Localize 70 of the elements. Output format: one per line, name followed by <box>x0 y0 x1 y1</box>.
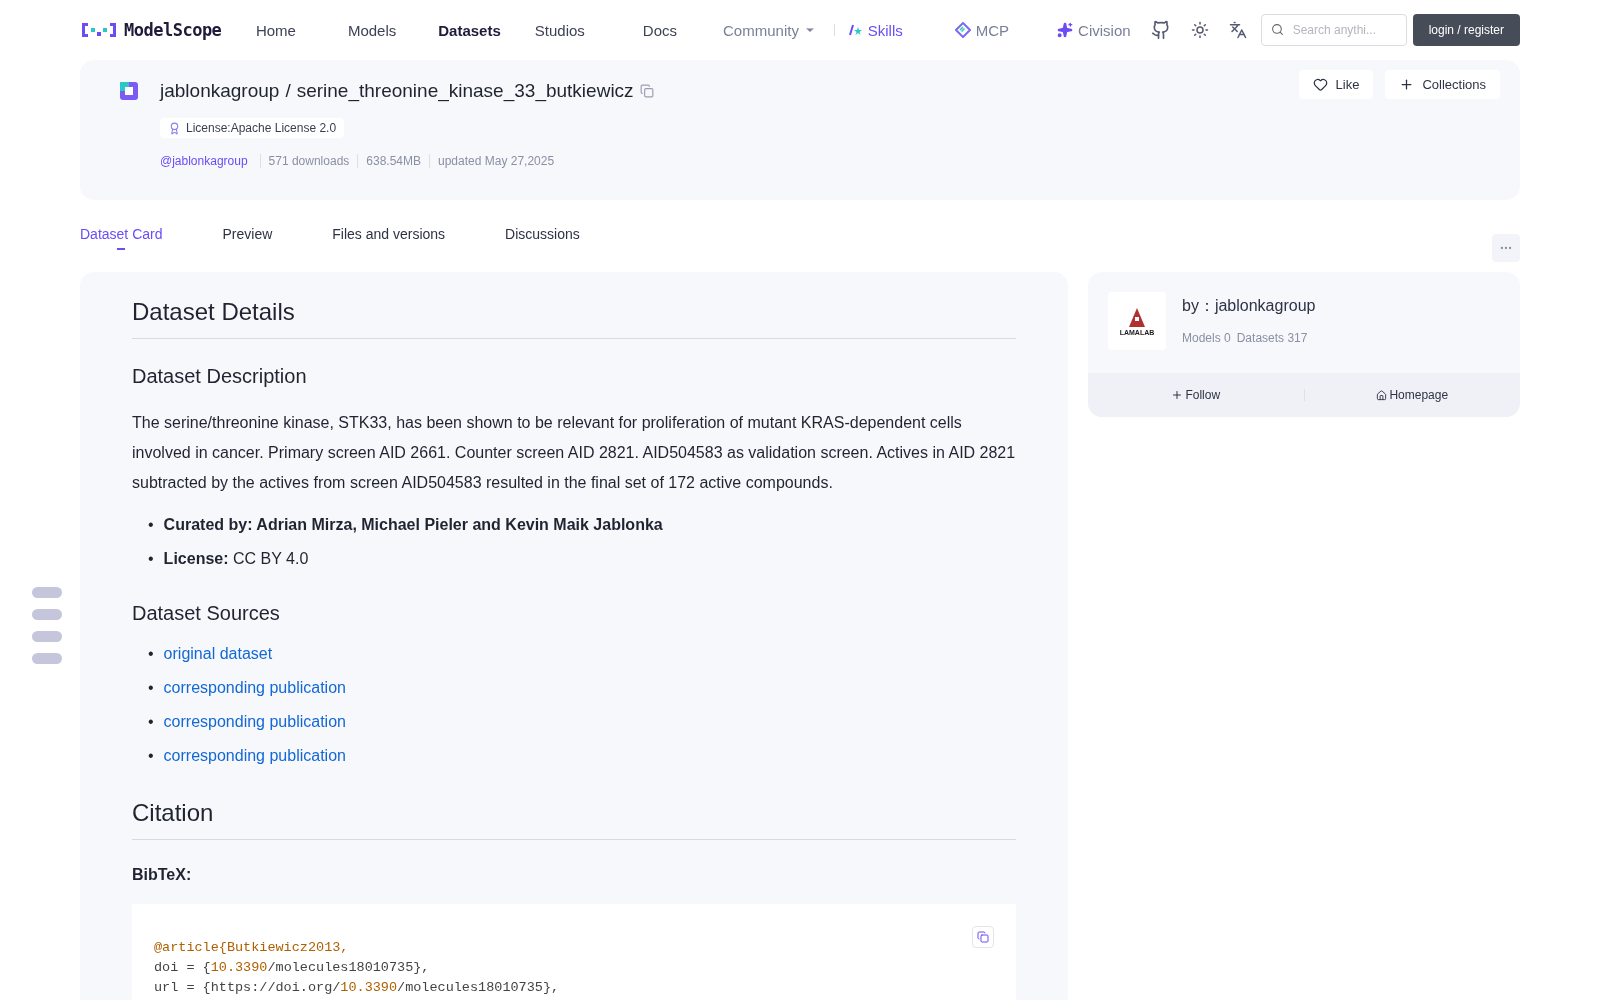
tab[interactable]: Discussions <box>505 226 580 250</box>
section-heading: Dataset Details <box>132 298 1016 339</box>
license-tag: License:Apache License 2.0 <box>160 118 345 138</box>
source-link[interactable]: corresponding publication <box>163 747 346 765</box>
dataset-stat: 638.54MB <box>357 154 429 168</box>
tab[interactable]: Files and versions <box>332 226 446 250</box>
nav-link[interactable]: Models <box>347 21 397 39</box>
owner-name[interactable]: by：jablonkagroup <box>1182 296 1316 317</box>
like-button[interactable]: Like <box>1298 70 1374 99</box>
copy-icon[interactable] <box>639 84 654 98</box>
dataset-title: serine_threonine_kinase_33_butkiewicz <box>296 80 634 102</box>
flag-icon <box>1127 306 1147 329</box>
diamond-icon <box>954 22 971 38</box>
plus-icon <box>1171 389 1184 401</box>
subsection-heading: Dataset Sources <box>132 602 281 625</box>
nav-link[interactable]: MCP <box>954 21 1010 39</box>
section-heading: Citation <box>132 799 1016 840</box>
code-line: url = {https://doi.org/10.3390/molecules18010735}, <box>154 979 561 997</box>
copy-icon <box>977 931 989 943</box>
fact-text: Curated by: Adrian Mirza, Michael Pieler and Kevin Maik Jablonka <box>163 516 663 534</box>
search-field[interactable]: Search anythi... <box>1260 14 1407 46</box>
source-link[interactable]: corresponding publication <box>163 679 346 697</box>
homepage-button[interactable]: Homepage <box>1304 387 1520 403</box>
bullet: • <box>148 747 154 765</box>
nav-link[interactable]: Docs <box>642 21 678 39</box>
bullet: • <box>148 679 154 697</box>
bibtex-label: BibTeX: <box>132 866 193 884</box>
plus-icon <box>1399 77 1415 92</box>
dataset-stat: 571 downloads <box>259 154 358 168</box>
award-icon <box>168 121 181 135</box>
search-icon <box>1270 23 1284 36</box>
nav-link[interactable]: Datasets <box>438 21 501 39</box>
owner-stat: Datasets 317 <box>1236 331 1308 345</box>
subsection-heading: Dataset Description <box>132 365 308 388</box>
fact-text: License: CC BY 4.0 <box>163 550 309 568</box>
follow-button[interactable]: Follow <box>1088 387 1304 403</box>
owner-stat: Models 0 <box>1182 331 1231 345</box>
code-line: doi = {10.3390/molecules18010735}, <box>154 959 431 977</box>
path-separator: / <box>285 80 291 102</box>
login-button[interactable]: login / register <box>1412 14 1520 46</box>
sparkle-icon <box>1057 22 1074 38</box>
nav-link[interactable]: Skills <box>848 21 903 39</box>
dataset-icon <box>120 82 138 100</box>
dataset-owner[interactable]: jablonkagroup <box>160 80 280 102</box>
nav-link[interactable]: Home <box>255 21 296 39</box>
home-icon <box>1376 389 1388 401</box>
tab[interactable]: Dataset Card <box>80 226 163 250</box>
skills-icon <box>848 24 863 36</box>
tab[interactable]: Preview <box>222 226 273 250</box>
source-link[interactable]: corresponding publication <box>163 713 346 731</box>
github-icon[interactable] <box>1150 20 1171 40</box>
code-line: @article{Butkiewicz2013, <box>154 939 350 957</box>
source-link[interactable]: original dataset <box>163 645 273 663</box>
heart-icon <box>1312 77 1328 92</box>
collections-button[interactable]: Collections <box>1385 70 1500 99</box>
nav-link[interactable]: Studios <box>534 21 585 39</box>
floating-menu[interactable] <box>32 587 62 664</box>
bullet: • <box>148 516 154 534</box>
sun-icon[interactable] <box>1190 21 1209 39</box>
language-icon[interactable] <box>1228 21 1247 39</box>
bullet: • <box>148 550 154 568</box>
author-link[interactable]: @jablonkagroup <box>160 154 248 168</box>
bullet: • <box>148 645 154 663</box>
nav-link[interactable]: Community <box>723 21 816 39</box>
description-text: The serine/threonine kinase, STK33, has been shown to be relevant for proliferation of mutant KRAS-dependent cells involved in cancer. Primary screen AID 2661. Counter screen AID 2821. AID504583 as validation screen. Actives in AID 2821 subtracted by the actives from screen AID504583 resulted in the final set of 172 active compounds. <box>132 413 1016 493</box>
nav-link[interactable]: Civision <box>1057 21 1131 39</box>
logo-wordmark[interactable]: ModelScope <box>124 20 222 40</box>
bullet: • <box>148 713 154 731</box>
copy-button[interactable] <box>972 926 994 948</box>
dataset-stat: updated May 27,2025 <box>429 154 563 168</box>
